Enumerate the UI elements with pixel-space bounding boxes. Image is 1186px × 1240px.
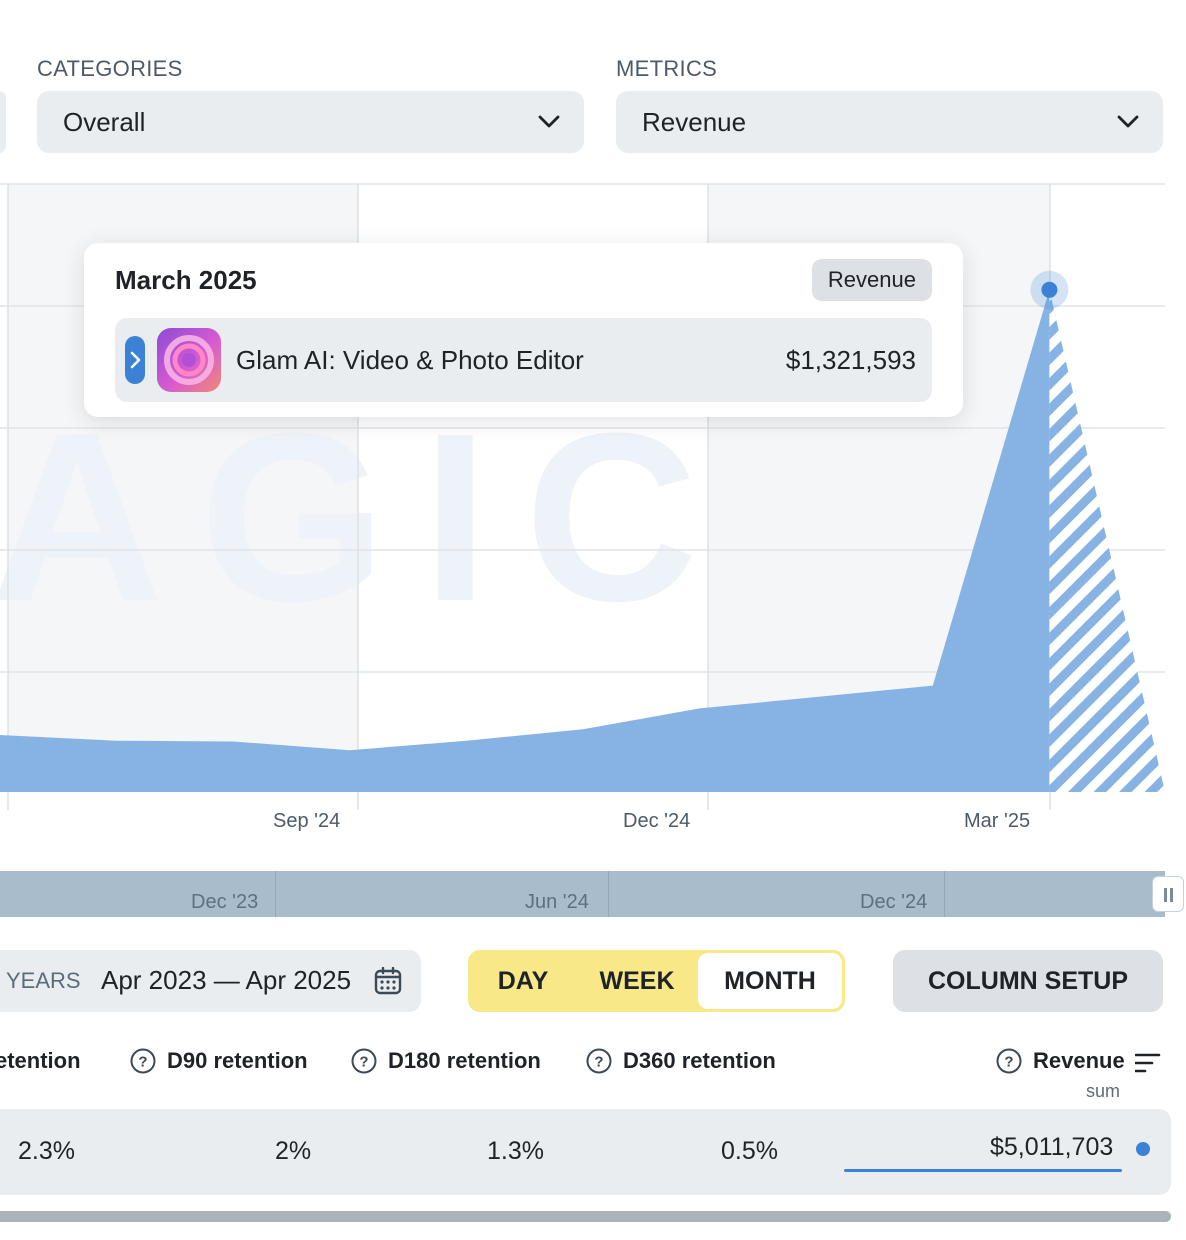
date-range-value: Apr 2023 — Apr 2025 xyxy=(101,965,352,995)
tooltip-app-name: Glam AI: Video & Photo Editor xyxy=(236,345,584,375)
help-icon[interactable]: ? xyxy=(351,1048,377,1074)
revenue-aggregation-label: sum xyxy=(1086,1081,1121,1101)
column-header-d180[interactable]: ? D180 retention xyxy=(351,1048,541,1074)
navigator-gridline xyxy=(275,871,276,917)
revenue-bar xyxy=(844,1169,1122,1172)
categories-select[interactable]: Overall xyxy=(37,91,584,153)
svg-text:?: ? xyxy=(138,1054,147,1071)
metrics-value: Revenue xyxy=(642,106,747,137)
x-tick-label: Dec '24 xyxy=(623,810,691,832)
cell-revenue: $5,011,703 xyxy=(990,1133,1114,1161)
tooltip-metric-badge: Revenue xyxy=(811,259,932,301)
granularity-toggle[interactable]: DAY WEEK MONTH xyxy=(468,950,845,1012)
svg-text:?: ? xyxy=(1004,1054,1013,1071)
categories-value: Overall xyxy=(63,106,146,137)
cell-d360-retention: 0.5% xyxy=(721,1137,778,1165)
metrics-label: METRICS xyxy=(616,56,718,81)
navigator-gridline xyxy=(608,871,609,917)
tooltip-app-value: $1,321,593 xyxy=(785,345,916,375)
navigator-handle-icon[interactable] xyxy=(1152,876,1184,912)
tooltip-title: March 2025 xyxy=(115,265,257,295)
timeline-navigator[interactable]: Dec '23 Jun '24 Dec '24 xyxy=(0,871,1165,917)
column-header-retention[interactable]: etention xyxy=(0,1048,81,1074)
granularity-day-button[interactable]: DAY xyxy=(471,953,575,1009)
series-color-dot xyxy=(1136,1142,1150,1156)
column-header-label: D90 retention xyxy=(167,1048,308,1073)
navigator-gridline xyxy=(944,871,945,917)
navigator-tick-label: Jun '24 xyxy=(525,891,589,913)
navigator-tick-label: Dec '24 xyxy=(860,891,928,913)
column-header-revenue[interactable]: ? Revenue xyxy=(996,1048,1125,1074)
cell-retention: 2.3% xyxy=(18,1137,75,1165)
column-header-label: Revenue xyxy=(1033,1048,1125,1073)
app-icon xyxy=(157,328,221,392)
granularity-month-button[interactable]: MONTH xyxy=(698,953,842,1009)
cell-d180-retention: 1.3% xyxy=(487,1137,544,1165)
horizontal-scrollbar[interactable] xyxy=(0,1211,1171,1222)
column-header-d360[interactable]: ? D360 retention xyxy=(586,1048,776,1074)
help-icon[interactable]: ? xyxy=(130,1048,156,1074)
help-icon[interactable]: ? xyxy=(996,1048,1022,1074)
svg-text:?: ? xyxy=(359,1054,368,1071)
column-header-label: D180 retention xyxy=(388,1048,541,1073)
calendar-icon[interactable] xyxy=(374,967,402,995)
categories-label: CATEGORIES xyxy=(37,56,183,81)
chart-tooltip: March 2025 Revenue Glam AI: Video & Phot… xyxy=(84,243,963,417)
navigator-tick-label: Dec '23 xyxy=(191,891,259,913)
cell-d90-retention: 2% xyxy=(275,1137,312,1165)
period-preset-label: YEARS xyxy=(6,968,81,993)
column-header-label: etention xyxy=(0,1048,81,1073)
area-series-partial xyxy=(1049,289,1165,792)
highlight-point xyxy=(1041,281,1058,298)
sort-icon[interactable] xyxy=(1135,1052,1161,1074)
metrics-select[interactable]: Revenue xyxy=(616,91,1163,153)
x-tick-label: Mar '25 xyxy=(964,810,1031,832)
help-icon[interactable]: ? xyxy=(586,1048,612,1074)
chevron-down-icon xyxy=(1117,115,1139,128)
column-header-label: D360 retention xyxy=(623,1048,776,1073)
expand-arrow-icon[interactable] xyxy=(125,336,145,384)
column-setup-button[interactable]: COLUMN SETUP xyxy=(893,950,1163,1012)
granularity-week-button[interactable]: WEEK xyxy=(575,953,699,1009)
date-range-picker[interactable]: YEARS Apr 2023 — Apr 2025 xyxy=(0,950,421,1012)
period-select-edge[interactable] xyxy=(0,91,6,153)
chevron-down-icon xyxy=(538,115,560,128)
x-tick-label: Sep '24 xyxy=(273,810,341,832)
watermark-text: AGIC xyxy=(0,383,734,651)
pause-bar xyxy=(1170,888,1173,902)
svg-text:?: ? xyxy=(594,1054,603,1071)
column-header-d90[interactable]: ? D90 retention xyxy=(130,1048,308,1074)
tooltip-app-row[interactable]: Glam AI: Video & Photo Editor $1,321,593 xyxy=(115,318,932,402)
pause-bar xyxy=(1164,888,1167,902)
